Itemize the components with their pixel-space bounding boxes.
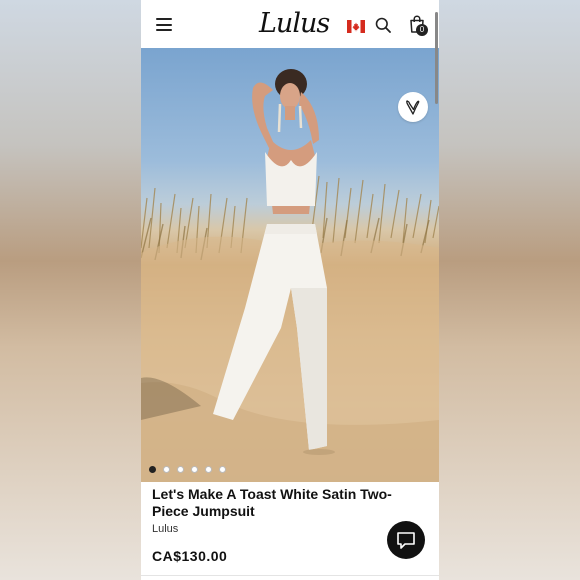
product-brand[interactable]: Lulus xyxy=(152,523,178,535)
product-title: Let's Make A Toast White Satin Two-Piece… xyxy=(152,486,392,519)
product-price: CA$130.00 xyxy=(152,548,228,564)
divider xyxy=(141,575,439,576)
heart-icon xyxy=(406,100,420,115)
pagination-dot[interactable] xyxy=(149,466,156,473)
chat-button[interactable] xyxy=(387,521,425,559)
cart-count-badge: 0 xyxy=(416,24,428,36)
product-image[interactable] xyxy=(141,48,439,482)
search-icon[interactable] xyxy=(375,17,391,33)
hamburger-menu-icon[interactable] xyxy=(156,18,172,31)
background-right xyxy=(439,0,580,580)
gallery-pagination xyxy=(149,466,233,474)
pagination-dot[interactable] xyxy=(191,466,198,473)
pagination-dot[interactable] xyxy=(177,466,184,473)
mobile-screen: Lulus 0 Let's Make A Toast White Satin T… xyxy=(141,0,439,580)
canada-flag-icon[interactable] xyxy=(347,20,365,33)
pagination-dot[interactable] xyxy=(163,466,170,473)
chat-bubble-icon xyxy=(397,532,415,549)
header: Lulus 0 xyxy=(141,0,439,50)
product-photo-illustration xyxy=(141,69,439,482)
pagination-dot[interactable] xyxy=(205,466,212,473)
scrollbar[interactable] xyxy=(435,12,438,104)
background-left xyxy=(0,0,141,580)
lulus-logo[interactable]: Lulus xyxy=(259,8,330,39)
wishlist-button[interactable] xyxy=(398,92,428,122)
pagination-dot[interactable] xyxy=(219,466,226,473)
